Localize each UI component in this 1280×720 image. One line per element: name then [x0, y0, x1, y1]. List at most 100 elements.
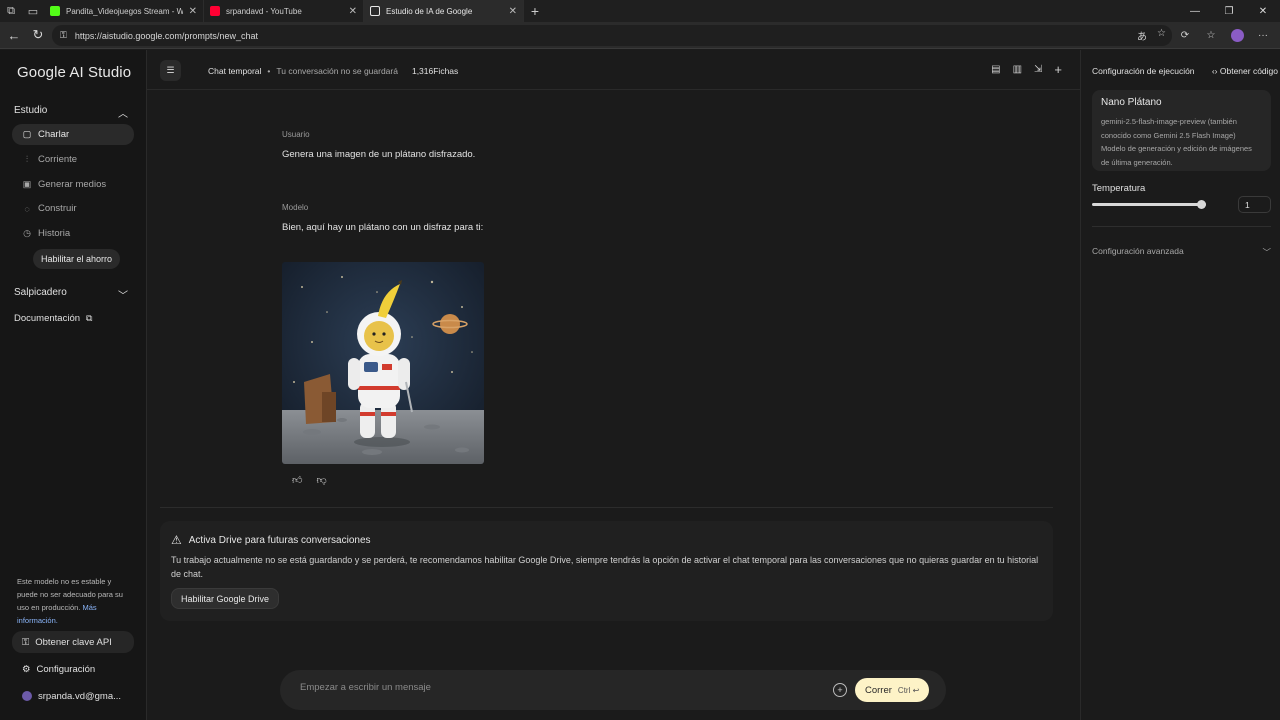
studio-label: Estudio — [14, 105, 48, 116]
temperature-value-input[interactable] — [1238, 196, 1271, 213]
browser-tab-kick[interactable]: Pandita_Videojuegos Stream - W ✕ — [44, 0, 204, 22]
enable-google-drive-button[interactable]: Habilitar Google Drive — [171, 588, 280, 609]
more-options-icon[interactable]: ··· — [1252, 24, 1274, 46]
tab-actions-icon[interactable]: ▭ — [22, 0, 44, 22]
chat-icon: ▢ — [22, 129, 32, 139]
dashboard-section-header[interactable]: Salpicadero ﹀ — [14, 287, 128, 302]
address-bar: ← ↻ ⚿ https://aistudio.google.com/prompt… — [0, 22, 1280, 49]
chevron-down-icon: ﹀ — [118, 291, 128, 302]
drive-notice-body: Tu trabajo actualmente no se está guarda… — [171, 555, 1039, 579]
refresh-extension-icon[interactable]: ⟳ — [1174, 24, 1196, 46]
save-prompt-icon[interactable]: ▤ — [991, 64, 1000, 77]
advanced-settings-toggle[interactable]: Configuración avanzada ﹀ — [1092, 246, 1271, 258]
sidebar-toggle-icon[interactable]: ☰ — [160, 60, 181, 81]
get-code-label: Obtener código — [1219, 66, 1278, 76]
model-stability-notice: Este modelo no es estable y puede no ser… — [17, 575, 133, 627]
thumbs-down-icon[interactable]: 👎︎ — [316, 474, 326, 486]
sidebar-item-stream[interactable]: ⫶ Corriente — [12, 149, 134, 170]
close-window-icon[interactable]: ✕ — [1246, 0, 1280, 22]
feedback-actions: 👍︎ 👎︎ — [292, 474, 327, 486]
chat-header: ☰ Chat temporal • Tu conversación no se … — [147, 50, 1080, 90]
workspaces-icon[interactable]: ⧉ — [0, 0, 22, 22]
new-tab-icon[interactable]: + — [524, 3, 546, 19]
run-settings-header: Configuración de ejecución ‹› Obtener có… — [1092, 66, 1278, 76]
browser-tab-aistudio[interactable]: Estudio de IA de Google ✕ — [364, 0, 524, 22]
chat-title: Chat temporal — [208, 66, 262, 76]
close-tab-icon[interactable]: ✕ — [349, 6, 357, 17]
temporary-chat-icon[interactable]: ⇲ — [1034, 64, 1042, 77]
user-turn-label: Usuario — [282, 130, 310, 139]
sidebar-item-media[interactable]: ▣ Generar medios — [12, 174, 134, 195]
chevron-up-icon: ︿ — [118, 109, 128, 120]
sidebar-item-build[interactable]: ◌ Construir — [12, 198, 134, 219]
chat-title-bar: Chat temporal • Tu conversación no se gu… — [208, 66, 458, 76]
divider — [1092, 226, 1271, 227]
run-settings-panel: Configuración de ejecución ‹› Obtener có… — [1080, 50, 1280, 720]
app-logo[interactable]: Google AI Studio — [17, 64, 131, 81]
favorite-star-icon[interactable]: ☆ — [1157, 28, 1166, 43]
profile-avatar[interactable] — [1226, 24, 1248, 46]
add-media-icon[interactable]: + — [833, 683, 847, 697]
run-shortcut: Ctrl ↩ — [897, 685, 920, 695]
favorites-icon[interactable]: ☆ — [1200, 24, 1222, 46]
url-field[interactable]: ⚿ https://aistudio.google.com/prompts/ne… — [52, 25, 1172, 46]
account-email: srpanda.vd@gma... — [38, 690, 122, 702]
external-link-icon: ⧉ — [86, 313, 93, 323]
model-name: Nano Plátano — [1101, 97, 1162, 108]
notice-text: Este modelo no es estable y puede no ser… — [17, 577, 123, 612]
site-info-icon[interactable]: ⚿ — [60, 30, 67, 41]
reload-icon[interactable]: ↻ — [26, 23, 50, 47]
close-tab-icon[interactable]: ✕ — [189, 6, 197, 17]
account-button[interactable]: srpanda.vd@gma... — [12, 685, 134, 707]
settings-label: Configuración — [36, 663, 96, 675]
browser-tab-youtube[interactable]: srpandavd - YouTube ✕ — [204, 0, 364, 22]
enable-saving-button[interactable]: Habilitar el ahorro — [33, 249, 121, 269]
get-api-key-button[interactable]: ⚿ Obtener clave API — [12, 631, 134, 653]
compare-icon[interactable]: ▥ — [1013, 64, 1022, 77]
minimize-icon[interactable]: — — [1178, 0, 1212, 22]
tab-title: srpandavd - YouTube — [226, 6, 302, 16]
thumbs-up-icon[interactable]: 👍︎ — [292, 474, 302, 486]
documentation-link[interactable]: Documentación ⧉ — [14, 313, 92, 324]
drive-notice-card: ⚠ Activa Drive para futuras conversacion… — [160, 521, 1053, 621]
divider — [160, 507, 1053, 508]
dashboard-label: Salpicadero — [14, 287, 67, 298]
url-text: https://aistudio.google.com/prompts/new_… — [74, 30, 258, 41]
prompt-input[interactable] — [300, 682, 820, 693]
back-icon[interactable]: ← — [2, 23, 26, 47]
warning-icon: ⚠ — [171, 533, 182, 547]
run-settings-title: Configuración de ejecución — [1092, 66, 1195, 76]
sidebar-item-chat[interactable]: ▢ Charlar — [12, 124, 134, 145]
sidebar-item-label: Historia — [38, 228, 71, 239]
chat-main: ☰ Chat temporal • Tu conversación no se … — [147, 50, 1080, 720]
documentation-label: Documentación — [14, 313, 81, 324]
api-key-label: Obtener clave API — [35, 636, 112, 648]
generated-image[interactable] — [282, 262, 484, 464]
model-selector[interactable]: Nano Plátano gemini-2.5-flash-image-prev… — [1092, 90, 1271, 171]
temperature-label: Temperatura — [1092, 183, 1146, 194]
drive-notice-title: ⚠ Activa Drive para futuras conversacion… — [171, 533, 371, 547]
translate-icon[interactable]: あ — [1137, 28, 1147, 43]
prompt-composer: + Correr Ctrl ↩ — [280, 670, 946, 710]
restore-icon[interactable]: ❐ — [1212, 0, 1246, 22]
get-code-button[interactable]: ‹› Obtener código — [1212, 66, 1278, 76]
temperature-slider-thumb[interactable] — [1197, 200, 1206, 209]
model-message: Bien, aquí hay un plátano con un disfraz… — [282, 222, 484, 233]
sidebar-item-label: Generar medios — [38, 179, 107, 190]
sidebar-item-history[interactable]: ◷ Historia — [12, 223, 134, 244]
browser-tab-bar: ⧉ ▭ Pandita_Videojuegos Stream - W ✕ srp… — [0, 0, 1280, 22]
temperature-slider[interactable] — [1092, 200, 1206, 209]
kick-favicon-icon — [50, 6, 60, 16]
account-avatar — [22, 691, 32, 701]
studio-section-header[interactable]: Estudio ︿ — [14, 105, 128, 120]
sidebar-item-label: Charlar — [38, 129, 70, 140]
build-icon: ◌ — [24, 203, 30, 214]
code-icon: ‹› — [1211, 66, 1218, 76]
dot-separator: • — [267, 66, 271, 76]
close-tab-icon[interactable]: ✕ — [509, 6, 517, 17]
new-chat-icon[interactable]: + — [1054, 62, 1062, 77]
run-button[interactable]: Correr Ctrl ↩ — [855, 678, 930, 702]
run-label: Correr — [865, 684, 892, 696]
settings-button[interactable]: ⚙ Configuración — [12, 658, 134, 680]
key-icon: ⚿ — [22, 636, 30, 648]
